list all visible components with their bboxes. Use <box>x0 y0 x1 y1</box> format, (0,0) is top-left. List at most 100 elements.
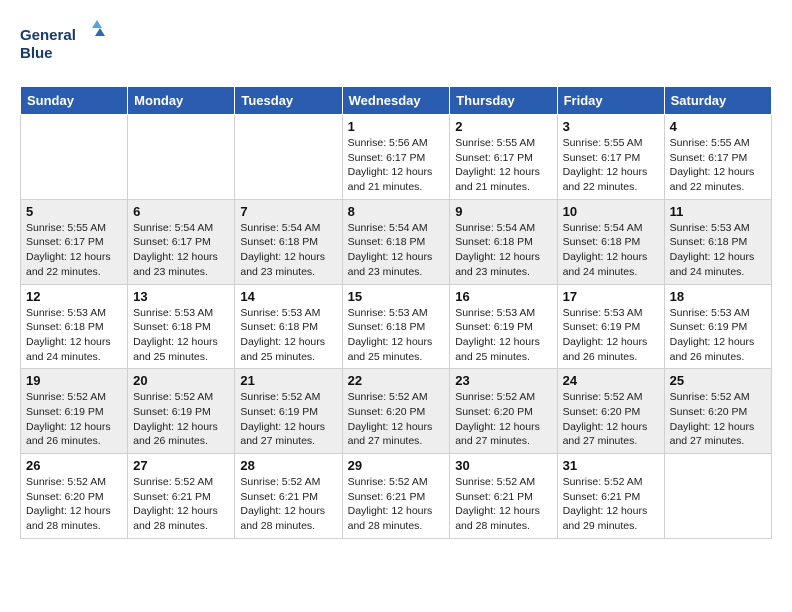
day-number: 16 <box>455 289 551 304</box>
day-info: Sunrise: 5:53 AMSunset: 6:18 PMDaylight:… <box>670 221 766 280</box>
day-number: 25 <box>670 373 766 388</box>
day-info: Sunrise: 5:52 AMSunset: 6:20 PMDaylight:… <box>348 390 445 449</box>
calendar-cell: 30 Sunrise: 5:52 AMSunset: 6:21 PMDayligh… <box>450 454 557 539</box>
day-number: 18 <box>670 289 766 304</box>
day-number: 10 <box>563 204 659 219</box>
calendar-week-row-2: 5Sunrise: 5:55 AMSunset: 6:17 PMDaylight… <box>21 199 772 284</box>
day-number: 12 <box>26 289 122 304</box>
day-number: 22 <box>348 373 445 388</box>
weekday-header-saturday: Saturday <box>664 87 771 115</box>
day-number: 30 <box>455 458 551 473</box>
calendar-cell: 4Sunrise: 5:55 AMSunset: 6:17 PMDaylight… <box>664 115 771 200</box>
calendar-cell: 14 Sunrise: 5:53 AMSunset: 6:18 PMDayligh… <box>235 284 342 369</box>
calendar-week-row-5: 26 Sunrise: 5:52 AMSunset: 6:20 PMDayligh… <box>21 454 772 539</box>
weekday-header-sunday: Sunday <box>21 87 128 115</box>
day-number: 13 <box>133 289 229 304</box>
calendar-cell: 29Sunrise: 5:52 AMSunset: 6:21 PMDayligh… <box>342 454 450 539</box>
weekday-header-tuesday: Tuesday <box>235 87 342 115</box>
calendar-cell: 31Sunrise: 5:52 AMSunset: 6:21 PMDayligh… <box>557 454 664 539</box>
day-number: 2 <box>455 119 551 134</box>
calendar-cell: 10 Sunrise: 5:54 AMSunset: 6:18 PMDayligh… <box>557 199 664 284</box>
day-number: 26 <box>26 458 122 473</box>
day-info: Sunrise: 5:54 AMSunset: 6:18 PMDaylight:… <box>348 221 445 280</box>
day-info: Sunrise: 5:52 AMSunset: 6:21 PMDaylight:… <box>240 475 336 534</box>
weekday-header-monday: Monday <box>128 87 235 115</box>
calendar-cell: 13Sunrise: 5:53 AMSunset: 6:18 PMDayligh… <box>128 284 235 369</box>
calendar-cell: 6 Sunrise: 5:54 AMSunset: 6:17 PMDaylight… <box>128 199 235 284</box>
calendar-week-row-4: 19 Sunrise: 5:52 AMSunset: 6:19 PMDayligh… <box>21 369 772 454</box>
weekday-header-row: SundayMondayTuesdayWednesdayThursdayFrid… <box>21 87 772 115</box>
page-header: General Blue <box>20 20 772 70</box>
calendar-cell <box>664 454 771 539</box>
day-number: 23 <box>455 373 551 388</box>
day-info: Sunrise: 5:53 AMSunset: 6:18 PMDaylight:… <box>348 306 445 365</box>
day-number: 8 <box>348 204 445 219</box>
calendar-cell: 11 Sunrise: 5:53 AMSunset: 6:18 PMDayligh… <box>664 199 771 284</box>
day-number: 27 <box>133 458 229 473</box>
day-info: Sunrise: 5:53 AMSunset: 6:19 PMDaylight:… <box>670 306 766 365</box>
calendar-cell: 28 Sunrise: 5:52 AMSunset: 6:21 PMDayligh… <box>235 454 342 539</box>
calendar-cell: 17 Sunrise: 5:53 AMSunset: 6:19 PMDayligh… <box>557 284 664 369</box>
day-number: 1 <box>348 119 445 134</box>
day-number: 11 <box>670 204 766 219</box>
day-info: Sunrise: 5:53 AMSunset: 6:19 PMDaylight:… <box>563 306 659 365</box>
day-info: Sunrise: 5:53 AMSunset: 6:18 PMDaylight:… <box>26 306 122 365</box>
weekday-header-friday: Friday <box>557 87 664 115</box>
calendar-cell: 21 Sunrise: 5:52 AMSunset: 6:19 PMDayligh… <box>235 369 342 454</box>
day-number: 29 <box>348 458 445 473</box>
calendar-cell: 3 Sunrise: 5:55 AMSunset: 6:17 PMDaylight… <box>557 115 664 200</box>
calendar-cell: 27 Sunrise: 5:52 AMSunset: 6:21 PMDayligh… <box>128 454 235 539</box>
calendar-cell: 20 Sunrise: 5:52 AMSunset: 6:19 PMDayligh… <box>128 369 235 454</box>
calendar-week-row-1: 1 Sunrise: 5:56 AMSunset: 6:17 PMDaylight… <box>21 115 772 200</box>
day-info: Sunrise: 5:52 AMSunset: 6:20 PMDaylight:… <box>670 390 766 449</box>
day-number: 14 <box>240 289 336 304</box>
day-number: 9 <box>455 204 551 219</box>
day-info: Sunrise: 5:52 AMSunset: 6:21 PMDaylight:… <box>455 475 551 534</box>
day-number: 28 <box>240 458 336 473</box>
calendar-cell: 9 Sunrise: 5:54 AMSunset: 6:18 PMDaylight… <box>450 199 557 284</box>
day-info: Sunrise: 5:52 AMSunset: 6:19 PMDaylight:… <box>240 390 336 449</box>
calendar-cell: 12 Sunrise: 5:53 AMSunset: 6:18 PMDayligh… <box>21 284 128 369</box>
day-info: Sunrise: 5:54 AMSunset: 6:18 PMDaylight:… <box>563 221 659 280</box>
day-info: Sunrise: 5:54 AMSunset: 6:18 PMDaylight:… <box>240 221 336 280</box>
calendar-cell <box>128 115 235 200</box>
calendar-cell: 22 Sunrise: 5:52 AMSunset: 6:20 PMDayligh… <box>342 369 450 454</box>
calendar-cell: 7 Sunrise: 5:54 AMSunset: 6:18 PMDaylight… <box>235 199 342 284</box>
day-info: Sunrise: 5:54 AMSunset: 6:17 PMDaylight:… <box>133 221 229 280</box>
day-number: 31 <box>563 458 659 473</box>
calendar-table: SundayMondayTuesdayWednesdayThursdayFrid… <box>20 86 772 539</box>
calendar-cell: 18 Sunrise: 5:53 AMSunset: 6:19 PMDayligh… <box>664 284 771 369</box>
calendar-cell: 2Sunrise: 5:55 AMSunset: 6:17 PMDaylight… <box>450 115 557 200</box>
day-info: Sunrise: 5:52 AMSunset: 6:20 PMDaylight:… <box>563 390 659 449</box>
day-info: Sunrise: 5:53 AMSunset: 6:18 PMDaylight:… <box>240 306 336 365</box>
day-info: Sunrise: 5:52 AMSunset: 6:20 PMDaylight:… <box>26 475 122 534</box>
day-number: 6 <box>133 204 229 219</box>
day-info: Sunrise: 5:54 AMSunset: 6:18 PMDaylight:… <box>455 221 551 280</box>
logo-svg: General Blue <box>20 20 110 70</box>
day-info: Sunrise: 5:52 AMSunset: 6:20 PMDaylight:… <box>455 390 551 449</box>
day-info: Sunrise: 5:52 AMSunset: 6:19 PMDaylight:… <box>133 390 229 449</box>
day-number: 24 <box>563 373 659 388</box>
day-info: Sunrise: 5:52 AMSunset: 6:21 PMDaylight:… <box>133 475 229 534</box>
day-info: Sunrise: 5:56 AMSunset: 6:17 PMDaylight:… <box>348 136 445 195</box>
day-number: 17 <box>563 289 659 304</box>
day-info: Sunrise: 5:55 AMSunset: 6:17 PMDaylight:… <box>563 136 659 195</box>
weekday-header-wednesday: Wednesday <box>342 87 450 115</box>
day-info: Sunrise: 5:55 AMSunset: 6:17 PMDaylight:… <box>670 136 766 195</box>
calendar-cell: 8 Sunrise: 5:54 AMSunset: 6:18 PMDaylight… <box>342 199 450 284</box>
day-number: 19 <box>26 373 122 388</box>
calendar-cell <box>235 115 342 200</box>
day-number: 20 <box>133 373 229 388</box>
calendar-cell: 16Sunrise: 5:53 AMSunset: 6:19 PMDayligh… <box>450 284 557 369</box>
logo: General Blue <box>20 20 110 70</box>
day-number: 7 <box>240 204 336 219</box>
calendar-week-row-3: 12 Sunrise: 5:53 AMSunset: 6:18 PMDayligh… <box>21 284 772 369</box>
calendar-cell: 24 Sunrise: 5:52 AMSunset: 6:20 PMDayligh… <box>557 369 664 454</box>
calendar-cell: 26 Sunrise: 5:52 AMSunset: 6:20 PMDayligh… <box>21 454 128 539</box>
day-number: 3 <box>563 119 659 134</box>
calendar-cell: 25 Sunrise: 5:52 AMSunset: 6:20 PMDayligh… <box>664 369 771 454</box>
svg-text:Blue: Blue <box>20 45 53 62</box>
day-info: Sunrise: 5:55 AMSunset: 6:17 PMDaylight:… <box>26 221 122 280</box>
day-number: 21 <box>240 373 336 388</box>
svg-text:General: General <box>20 27 76 44</box>
